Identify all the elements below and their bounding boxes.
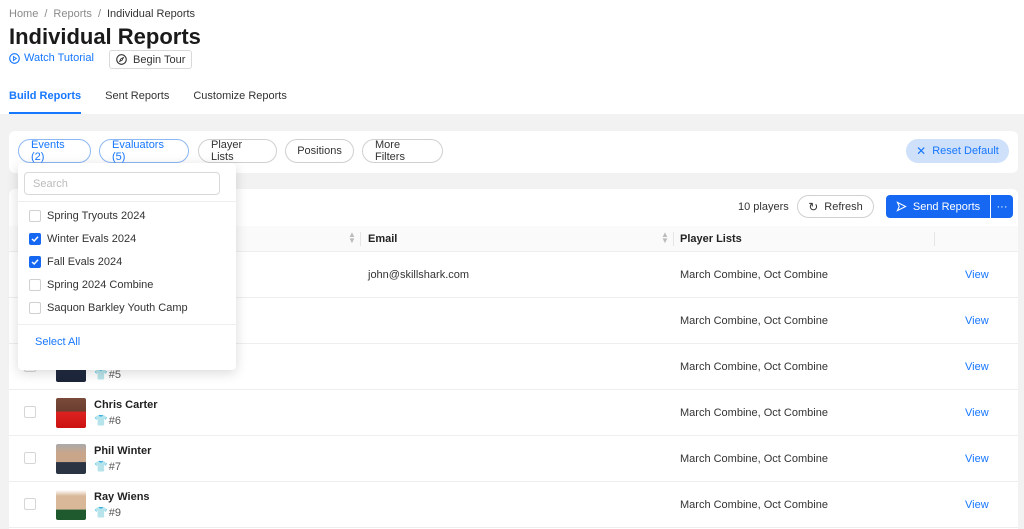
checkbox-checked[interactable] xyxy=(29,256,41,268)
sort-icon[interactable]: ▲ ▼ xyxy=(348,231,356,245)
refresh-button[interactable]: ↻ Refresh xyxy=(797,195,874,218)
begin-tour-label: Begin Tour xyxy=(133,53,186,66)
player-email: john@skillshark.com xyxy=(368,269,470,281)
checkbox-checked[interactable] xyxy=(29,233,41,245)
jersey-icon: 👕 xyxy=(94,461,108,473)
refresh-label: Refresh xyxy=(824,200,863,213)
tab-customize-reports[interactable]: Customize Reports xyxy=(193,90,287,114)
reset-default-label: Reset Default xyxy=(932,145,999,157)
check-icon xyxy=(31,259,39,266)
row-checkbox[interactable] xyxy=(24,498,36,510)
report-tabs: Build Reports Sent Reports Customize Rep… xyxy=(9,90,287,114)
player-name[interactable]: Phil Winter xyxy=(94,445,151,457)
player-name[interactable]: Chris Carter xyxy=(94,399,158,411)
player-lists: March Combine, Oct Combine xyxy=(680,315,828,327)
table-row: Ray Wiens 👕 #9 March Combine, Oct Combine… xyxy=(9,482,1018,528)
breadcrumb-home[interactable]: Home xyxy=(9,8,38,20)
events-dropdown: Spring Tryouts 2024 Winter Evals 2024 Fa… xyxy=(18,163,236,370)
column-divider xyxy=(673,232,674,246)
event-option[interactable]: Fall Evals 2024 xyxy=(29,256,122,268)
view-link[interactable]: View xyxy=(965,407,989,419)
more-actions-button[interactable]: ··· xyxy=(991,195,1013,218)
event-option[interactable]: Spring 2024 Combine xyxy=(29,279,153,291)
player-lists: March Combine, Oct Combine xyxy=(680,453,828,465)
table-row: Chris Carter 👕 #6 March Combine, Oct Comb… xyxy=(9,390,1018,436)
player-name[interactable]: Ray Wiens xyxy=(94,491,150,503)
filter-evaluators[interactable]: Evaluators (5) xyxy=(99,139,189,163)
column-divider xyxy=(934,232,935,246)
player-avatar xyxy=(56,444,86,474)
view-link[interactable]: View xyxy=(965,499,989,511)
event-option[interactable]: Spring Tryouts 2024 xyxy=(29,210,145,222)
filter-player-lists[interactable]: Player Lists xyxy=(198,139,277,163)
event-option[interactable]: Saquon Barkley Youth Camp xyxy=(29,302,188,314)
player-count: 10 players xyxy=(738,201,789,213)
watch-tutorial-link[interactable]: Watch Tutorial xyxy=(9,52,94,64)
column-player-lists[interactable]: Player Lists xyxy=(680,233,742,245)
player-lists: March Combine, Oct Combine xyxy=(680,269,828,281)
select-all-link[interactable]: Select All xyxy=(35,336,80,348)
divider xyxy=(18,324,236,325)
player-number: 👕 #6 xyxy=(94,414,121,428)
player-lists: March Combine, Oct Combine xyxy=(680,361,828,373)
compass-icon xyxy=(116,54,127,65)
filter-positions[interactable]: Positions xyxy=(285,139,354,163)
check-icon xyxy=(31,236,39,243)
watch-tutorial-label: Watch Tutorial xyxy=(24,52,94,64)
send-icon xyxy=(896,201,907,212)
event-option[interactable]: Winter Evals 2024 xyxy=(29,233,136,245)
player-avatar xyxy=(56,490,86,520)
close-icon: ✕ xyxy=(916,144,927,158)
tab-sent-reports[interactable]: Sent Reports xyxy=(105,90,169,114)
send-reports-button[interactable]: Send Reports xyxy=(886,195,990,218)
row-checkbox[interactable] xyxy=(24,452,36,464)
breadcrumb: Home / Reports / Individual Reports xyxy=(9,8,195,20)
send-reports-label: Send Reports xyxy=(912,200,981,213)
filter-events[interactable]: Events (2) xyxy=(18,139,91,163)
column-divider xyxy=(360,232,361,246)
refresh-icon: ↻ xyxy=(808,199,819,214)
player-lists: March Combine, Oct Combine xyxy=(680,499,828,511)
view-link[interactable]: View xyxy=(965,361,989,373)
checkbox-unchecked[interactable] xyxy=(29,279,41,291)
events-search-input[interactable] xyxy=(24,172,220,195)
divider xyxy=(18,201,236,202)
tab-build-reports[interactable]: Build Reports xyxy=(9,90,82,114)
jersey-icon: 👕 xyxy=(94,415,108,427)
sort-icon[interactable]: ▲ ▼ xyxy=(661,231,669,245)
begin-tour-button[interactable]: Begin Tour xyxy=(109,50,193,69)
play-circle-icon xyxy=(9,52,20,64)
filter-more-filters[interactable]: More Filters xyxy=(362,139,443,163)
view-link[interactable]: View xyxy=(965,269,989,281)
jersey-icon: 👕 xyxy=(94,507,108,519)
player-number: 👕 #9 xyxy=(94,506,121,520)
breadcrumb-separator: / xyxy=(44,8,48,20)
row-checkbox[interactable] xyxy=(24,406,36,418)
column-email[interactable]: Email xyxy=(368,233,397,245)
table-row: Phil Winter 👕 #7 March Combine, Oct Combi… xyxy=(9,436,1018,482)
player-avatar xyxy=(56,398,86,428)
breadcrumb-current: Individual Reports xyxy=(107,8,196,20)
reset-default-button[interactable]: ✕ Reset Default xyxy=(906,139,1009,163)
breadcrumb-separator: / xyxy=(97,8,101,20)
player-lists: March Combine, Oct Combine xyxy=(680,407,828,419)
breadcrumb-reports[interactable]: Reports xyxy=(53,8,92,20)
view-link[interactable]: View xyxy=(965,453,989,465)
page-title: Individual Reports xyxy=(9,24,201,49)
player-number: 👕 #7 xyxy=(94,460,121,474)
checkbox-unchecked[interactable] xyxy=(29,302,41,314)
checkbox-unchecked[interactable] xyxy=(29,210,41,222)
view-link[interactable]: View xyxy=(965,315,989,327)
